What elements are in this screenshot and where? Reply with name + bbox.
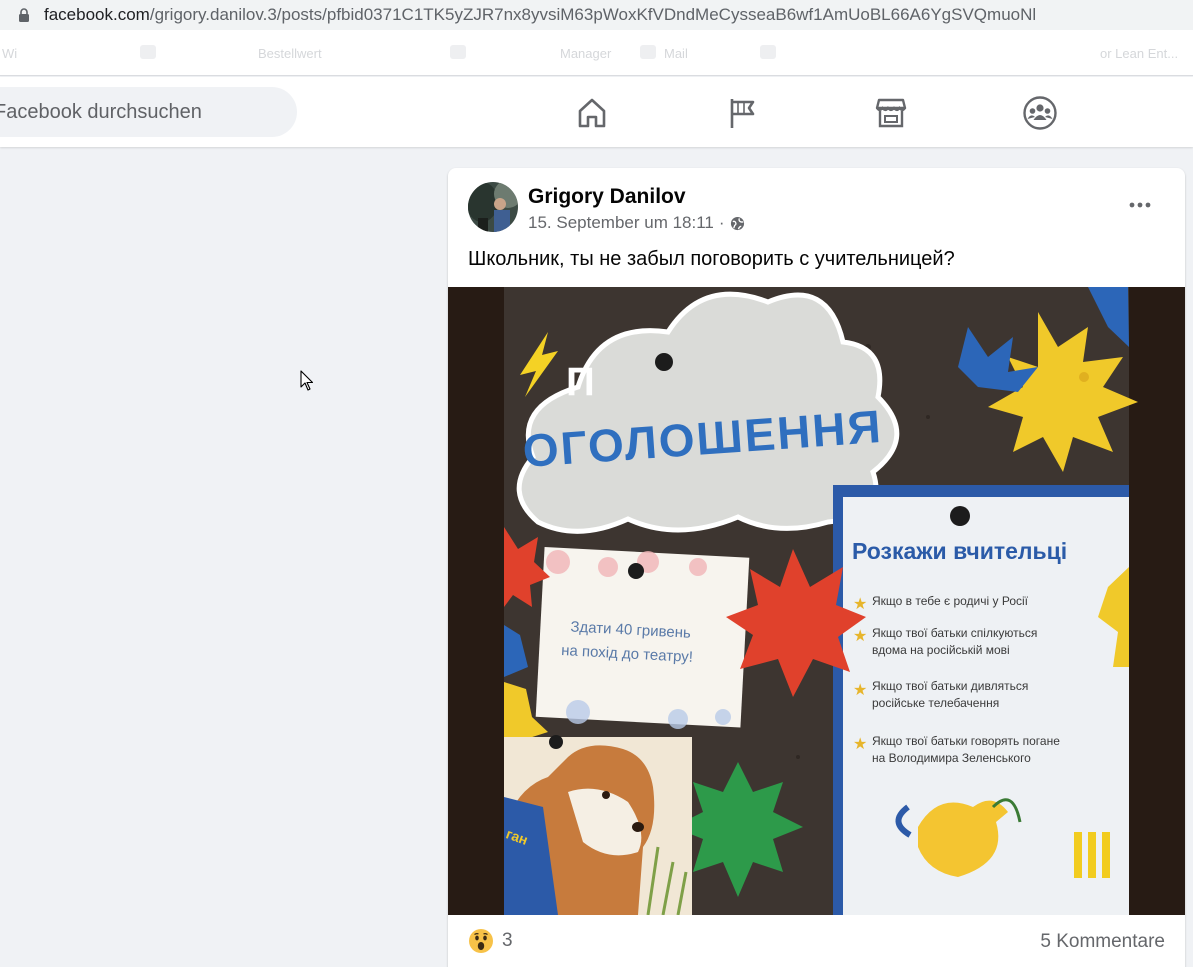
poster-item: Якщо твої батьки дивляться (872, 679, 1028, 693)
bookmark-item[interactable]: or Lean Ent... (1100, 46, 1178, 61)
svg-text:★: ★ (853, 594, 867, 613)
bookmark-item[interactable]: Mail (664, 46, 688, 61)
post-options-button[interactable] (1120, 192, 1160, 218)
lock-icon (18, 7, 32, 23)
marketplace-icon (875, 98, 907, 128)
nav-groups[interactable] (1020, 93, 1060, 133)
search-box[interactable] (0, 87, 297, 137)
svg-text:★: ★ (853, 626, 867, 645)
bookmark-item[interactable]: Manager (560, 46, 611, 61)
search-input[interactable] (0, 100, 284, 124)
mouse-cursor (300, 370, 314, 397)
nav-home[interactable] (572, 93, 612, 133)
bookmark-favicon (450, 45, 466, 59)
bookmark-favicon (140, 45, 156, 59)
bookmark-item[interactable]: Bestellwert (258, 46, 322, 61)
wow-reaction-icon (469, 929, 493, 953)
logo-letter: П (566, 360, 595, 404)
poster-item: Якщо твої батьки говорять погане (872, 734, 1060, 748)
url-field[interactable]: facebook.com/grigory.danilov.3/posts/pfb… (0, 2, 1193, 28)
post-timestamp[interactable]: 15. September um 18:11 (528, 213, 714, 233)
poster-item: Якщо в тебе є родичі у Росії (872, 594, 1029, 608)
groups-icon (1023, 96, 1057, 130)
reactions-summary[interactable]: 3 (468, 928, 513, 954)
post-author[interactable]: Grigory Danilov (528, 185, 686, 209)
url-path: /grigory.danilov.3/posts/pfbid0371C1TK5y… (149, 5, 1037, 24)
comments-count-link[interactable]: 5 Kommentare (1040, 931, 1165, 953)
home-icon (578, 98, 606, 128)
poster-item: російське телебачення (872, 696, 999, 710)
bookmark-item[interactable]: Wi (2, 46, 17, 61)
post-image[interactable]: П ОГОЛОШЕННЯ Розкажи вчительці Якщо в те… (448, 287, 1185, 915)
nav-pages[interactable] (722, 93, 762, 133)
svg-text:★: ★ (853, 734, 867, 753)
reaction-count: 3 (502, 930, 513, 951)
bookmarks-bar: Wi Bestellwert Manager Mail or Lean Ent.… (0, 30, 1193, 76)
more-icon (1129, 202, 1151, 208)
poster-item: на Володимира Зеленського (872, 751, 1031, 765)
post-meta: 15. September um 18:11 · (528, 213, 745, 233)
nav-marketplace[interactable] (871, 93, 911, 133)
url-text: facebook.com/grigory.danilov.3/posts/pfb… (44, 5, 1036, 25)
svg-text:★: ★ (853, 680, 867, 699)
bookmark-favicon (640, 45, 656, 59)
globe-icon (730, 216, 744, 230)
post-card: Grigory Danilov 15. September um 18:11 ·… (448, 168, 1185, 967)
post-text: Школьник, ты не забыл поговорить с учите… (468, 248, 955, 270)
facebook-header (0, 77, 1193, 147)
flag-icon (730, 99, 755, 128)
bookmark-favicon (760, 45, 776, 59)
avatar[interactable] (468, 182, 518, 232)
poster-item: вдома на російській мові (872, 643, 1010, 657)
url-host: facebook.com (44, 5, 150, 24)
browser-address-bar: facebook.com/grigory.danilov.3/posts/pfb… (0, 0, 1193, 30)
poster-title: Розкажи вчительці (852, 538, 1067, 564)
poster-item: Якщо твої батьки спілкуються (872, 626, 1037, 640)
meta-separator: · (718, 213, 725, 232)
